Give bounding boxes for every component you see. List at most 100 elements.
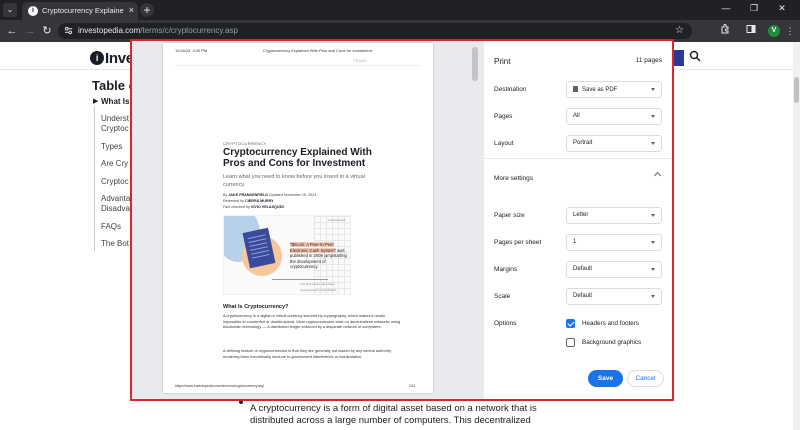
page-menu-button[interactable] [674,50,684,66]
byline-updated: Updated November 16, 2023 [268,193,317,197]
toc-item[interactable]: Are Cry [101,159,128,168]
forward-icon[interactable]: → [23,24,37,38]
extensions-icon[interactable] [718,24,732,38]
figure-rule [272,279,328,280]
preview-kicker: CRYPTOCURRENCY [223,141,267,146]
profile-avatar[interactable]: V [768,25,780,37]
destination-select[interactable]: Save as PDF [566,81,662,98]
body-text-line: distributed across a large number of com… [250,415,531,426]
tab-title: Cryptocurrency Explained With [42,6,124,15]
cancel-button[interactable]: Cancel [627,370,664,387]
headers-footers-label[interactable]: Headers and footers [582,320,639,327]
pdf-file-icon [573,86,578,92]
preview-factcheck: Fact checked by VIVIO VELASQUEZ [223,205,284,209]
toc-item[interactable]: Types [101,142,122,151]
preview-footer-url: https://www.investopedia.com/terms/c/cry… [175,384,264,388]
preview-section-title: What Is Cryptocurrency? [223,304,289,310]
tab-search-chevron-down-icon[interactable]: ⌄ [3,3,17,17]
body-text-line: A cryptocurrency is a form of digital as… [250,403,537,414]
print-preview-area[interactable]: 11/16/23, 3:20 PM Cryptocurrency Explain… [132,41,484,399]
preview-figure: Investopedia "Bitcoin: A Peer-to-Peer El… [223,215,351,295]
paper-size-select[interactable]: Letter [566,207,662,224]
toc-item[interactable]: What Is [101,97,129,106]
print-title: Print [494,57,511,66]
figure-brand: Investopedia [328,218,346,222]
figure-text: "Bitcoin: A Peer-to-Peer Electronic Cash… [290,242,350,270]
maximize-icon[interactable]: ❐ [744,3,764,14]
logo-mark-icon: i [90,51,104,65]
new-tab-button[interactable]: + [140,3,154,17]
pages-per-sheet-value: 1 [573,239,577,245]
scale-value: Default [573,293,593,299]
factchecker-name: VIVIO VELASQUEZ [250,205,285,209]
dropdown-caret-icon [651,241,655,244]
background-graphics-checkbox[interactable] [566,338,575,347]
bookmark-star-icon[interactable]: ☆ [675,25,684,36]
preview-byline: By JAKE FRANKENFIELD Updated November 16… [223,193,316,197]
reviewed-prefix: Reviewed by [223,199,245,203]
site-info-icon[interactable] [64,26,73,35]
figure-caption-line: Cryptocurrency was Bitcoin [300,288,337,292]
kebab-menu-icon[interactable]: ⋮ [783,24,797,38]
preview-paragraph: A defining feature of cryptocurrencies i… [223,348,392,359]
dropdown-caret-icon [651,142,655,145]
toc-item[interactable]: Advanta [101,194,130,203]
layout-select[interactable]: Portrait [566,135,662,152]
minimize-icon[interactable]: — [716,3,736,13]
save-button[interactable]: Save [588,370,623,387]
layout-label: Layout [494,140,514,147]
destination-label: Destination [494,86,527,93]
preview-footer-page: 1/11 [409,384,416,388]
chevron-up-icon[interactable] [653,171,662,180]
pages-value: All [573,113,580,119]
dropdown-caret-icon [651,214,655,217]
browser-tab[interactable]: i Cryptocurrency Explained With × [22,2,138,20]
margins-label: Margins [494,266,518,273]
toc-item[interactable]: Underst [101,114,129,123]
page-search-icon[interactable] [689,50,701,65]
dropdown-caret-icon [651,88,655,91]
preview-scrollbar-thumb[interactable] [472,47,478,81]
toc-item[interactable]: FAQs [101,222,121,231]
scale-select[interactable]: Default [566,288,662,305]
destination-value: Save as PDF [573,86,617,93]
preview-page: 11/16/23, 3:20 PM Cryptocurrency Explain… [163,43,433,393]
toc-item[interactable]: Cryptoc [101,177,129,186]
preview-article-subtitle: Learn what you need to know before you i… [223,174,365,188]
close-window-icon[interactable]: ✕ [772,3,792,14]
destination-text: Save as PDF [582,87,618,93]
scale-label: Scale [494,293,511,300]
toc-item[interactable]: The Bot [101,239,129,248]
margins-select[interactable]: Default [566,261,662,278]
back-icon[interactable]: ← [5,24,19,38]
margins-value: Default [573,266,593,272]
preview-paragraph: A cryptocurrency is a digital or virtual… [223,313,401,330]
side-panel-icon[interactable] [744,24,758,38]
url-host: investopedia.com [78,26,141,35]
toc-item[interactable]: Cryptoc [101,124,129,133]
toc-item[interactable]: Disadva [101,204,130,213]
address-bar[interactable]: investopedia.com/terms/c/cryptocurrency.… [58,23,692,39]
settings-divider [484,158,672,159]
reload-icon[interactable]: ↻ [40,24,54,38]
paper-size-value: Letter [573,212,589,218]
reviewer-name: CIERRA MURRY [245,199,274,203]
url-path: /terms/c/cryptocurrency.asp [140,26,238,35]
toc-active-marker-icon: ▶ [93,98,99,105]
preview-header-date: 11/16/23, 3:20 PM [175,48,208,53]
factcheck-prefix: Fact checked by [223,205,250,209]
background-graphics-label[interactable]: Background graphics [582,339,641,346]
print-settings-panel: Print 11 pages Destination Save as PDF P… [484,41,672,399]
dropdown-caret-icon [651,115,655,118]
tab-close-icon[interactable]: × [129,5,134,15]
pages-label: Pages [494,113,513,120]
pages-select[interactable]: All [566,108,662,125]
headers-footers-checkbox[interactable] [566,319,575,328]
page-scrollbar-thumb[interactable] [794,77,799,103]
preview-article-title: Cryptocurrency Explained With Pros and C… [223,147,372,169]
more-settings-toggle[interactable]: More settings [494,175,533,182]
pages-per-sheet-label: Pages per sheet [494,239,542,246]
pages-per-sheet-select[interactable]: 1 [566,234,662,251]
site-logo[interactable]: i Inve [90,50,134,67]
dropdown-caret-icon [651,268,655,271]
